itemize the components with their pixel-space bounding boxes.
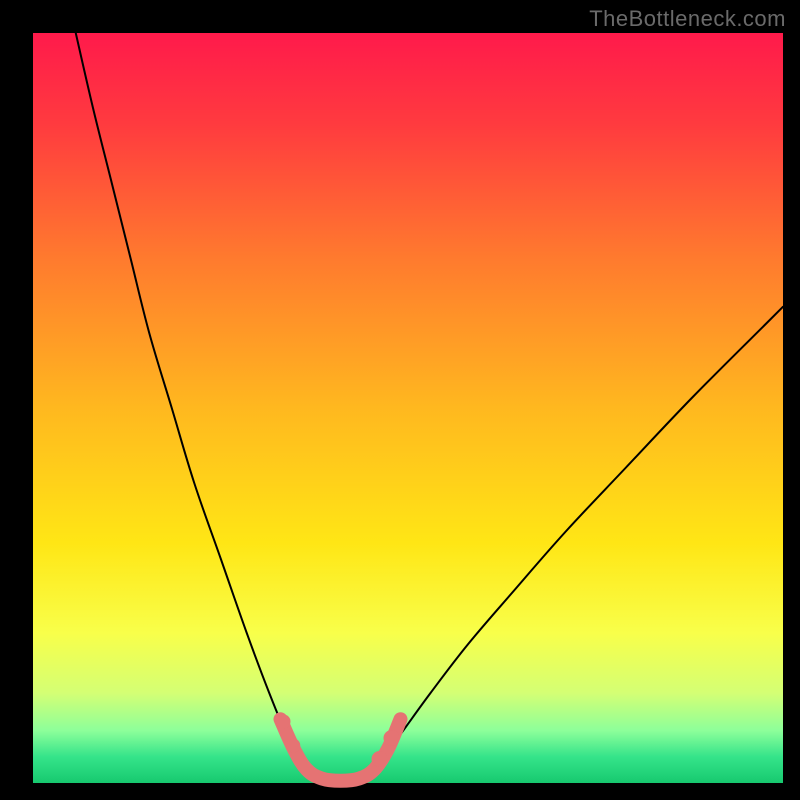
highlight-marker (286, 739, 300, 753)
chart-frame: TheBottleneck.com (0, 0, 800, 800)
highlight-marker (372, 751, 388, 767)
bottleneck-chart (0, 0, 800, 800)
plot-background (33, 33, 783, 783)
highlight-marker (277, 715, 291, 729)
watermark-text: TheBottleneck.com (589, 6, 786, 32)
highlight-marker (384, 730, 400, 746)
